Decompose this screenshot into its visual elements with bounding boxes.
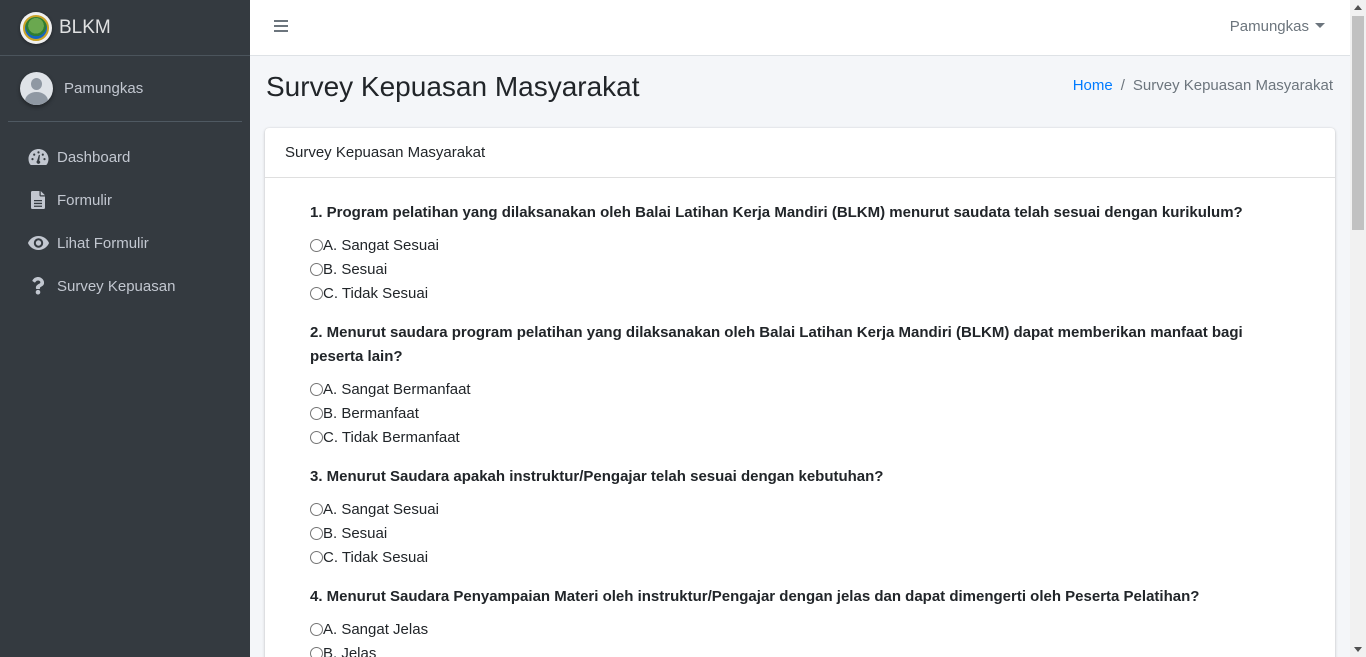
card-title: Survey Kepuasan Masyarakat — [265, 128, 1335, 178]
option-label: A. Sangat Sesuai — [323, 236, 439, 254]
breadcrumb: Home / Survey Kepuasan Masyarakat — [1073, 77, 1333, 94]
sidebar-item-dashboard[interactable]: Dashboard — [8, 137, 242, 177]
answer-option[interactable]: C. Tidak Sesuai — [310, 281, 1290, 305]
answer-option[interactable]: B. Jelas — [310, 641, 1290, 657]
option-label: A. Sangat Jelas — [323, 620, 429, 638]
menu-toggle-icon[interactable] — [274, 20, 288, 34]
answer-option[interactable]: A. Sangat Sesuai — [310, 497, 1290, 521]
radio-button[interactable] — [310, 382, 323, 396]
radio-button[interactable] — [310, 646, 323, 657]
option-label: A. Sangat Bermanfaat — [323, 380, 471, 398]
tachometer-icon — [27, 146, 49, 168]
answer-option[interactable]: C. Tidak Bermanfaat — [310, 425, 1290, 449]
question-block: 1. Program pelatihan yang dilaksanakan o… — [310, 201, 1290, 305]
brand-link[interactable]: BLKM — [0, 0, 250, 56]
answer-option[interactable]: B. Bermanfaat — [310, 401, 1290, 425]
radio-button[interactable] — [310, 550, 323, 564]
sidebar-item-label: Survey Kepuasan — [57, 277, 176, 295]
option-label: C. Tidak Bermanfaat — [323, 428, 460, 446]
page-title: Survey Kepuasan Masyarakat — [266, 71, 640, 102]
survey-form: 1. Program pelatihan yang dilaksanakan o… — [265, 178, 1335, 657]
radio-button[interactable] — [310, 406, 323, 420]
breadcrumb-home-link[interactable]: Home — [1073, 77, 1113, 94]
sidebar-item-label: Formulir — [57, 191, 112, 209]
user-dropdown-label: Pamungkas — [1229, 18, 1309, 35]
question-icon — [27, 275, 49, 297]
question-block: 4. Menurut Saudara Penyampaian Materi ol… — [310, 585, 1290, 657]
user-dropdown[interactable]: Pamungkas — [1230, 18, 1325, 35]
sidebar-item-formulir[interactable]: Formulir — [8, 180, 242, 220]
avatar — [20, 72, 53, 105]
breadcrumb-separator: / — [1120, 77, 1125, 94]
radio-button[interactable] — [310, 238, 323, 252]
answer-option[interactable]: A. Sangat Sesuai — [310, 233, 1290, 257]
sidebar-item-label: Lihat Formulir — [57, 234, 149, 252]
radio-button[interactable] — [310, 622, 323, 636]
file-icon — [27, 189, 49, 211]
option-label: C. Tidak Sesuai — [323, 548, 429, 566]
question-block: 2. Menurut saudara program pelatihan yan… — [310, 321, 1290, 449]
question-text: 2. Menurut saudara program pelatihan yan… — [310, 324, 1243, 365]
radio-button[interactable] — [310, 262, 323, 276]
eye-icon — [27, 232, 49, 254]
option-label: B. Bermanfaat — [323, 404, 419, 422]
answer-option[interactable]: B. Sesuai — [310, 257, 1290, 281]
top-navbar: Pamungkas — [250, 0, 1350, 56]
user-panel[interactable]: Pamungkas — [8, 72, 242, 122]
scroll-down-arrow-icon[interactable] — [1354, 647, 1362, 652]
radio-button[interactable] — [310, 430, 323, 444]
radio-button[interactable] — [310, 286, 323, 300]
question-text: 1. Program pelatihan yang dilaksanakan o… — [310, 204, 1243, 221]
sidebar-item-survey-kepuasan[interactable]: Survey Kepuasan — [8, 266, 242, 306]
option-label: B. Sesuai — [323, 524, 388, 542]
radio-button[interactable] — [310, 502, 323, 516]
sidebar-item-label: Dashboard — [57, 148, 131, 166]
answer-option[interactable]: C. Tidak Sesuai — [310, 545, 1290, 569]
brand-logo-icon — [20, 11, 52, 44]
question-block: 3. Menurut Saudara apakah instruktur/Pen… — [310, 465, 1290, 569]
question-text: 4. Menurut Saudara Penyampaian Materi ol… — [310, 588, 1200, 605]
user-name: Pamungkas — [64, 80, 144, 97]
answer-option[interactable]: A. Sangat Jelas — [310, 617, 1290, 641]
breadcrumb-current: Survey Kepuasan Masyarakat — [1132, 77, 1333, 94]
option-label: C. Tidak Sesuai — [323, 284, 429, 302]
brand-title: BLKM — [59, 16, 111, 38]
radio-button[interactable] — [310, 526, 323, 540]
option-label: A. Sangat Sesuai — [323, 500, 439, 518]
answer-option[interactable]: A. Sangat Bermanfaat — [310, 377, 1290, 401]
scroll-up-arrow-icon[interactable] — [1354, 5, 1362, 10]
option-label: B. Jelas — [323, 644, 377, 657]
page-scrollbar[interactable] — [1350, 0, 1366, 657]
sidebar-nav: Dashboard Formulir Lihat Formulir Survey… — [0, 137, 250, 306]
caret-down-icon — [1315, 23, 1325, 28]
question-text: 3. Menurut Saudara apakah instruktur/Pen… — [310, 468, 884, 485]
answer-option[interactable]: B. Sesuai — [310, 521, 1290, 545]
survey-card: Survey Kepuasan Masyarakat 1. Program pe… — [265, 128, 1335, 657]
scrollbar-thumb[interactable] — [1352, 16, 1364, 230]
sidebar: BLKM Pamungkas Dashboard Formulir Lihat … — [0, 0, 250, 657]
sidebar-item-lihat-formulir[interactable]: Lihat Formulir — [8, 223, 242, 263]
option-label: B. Sesuai — [323, 260, 388, 278]
